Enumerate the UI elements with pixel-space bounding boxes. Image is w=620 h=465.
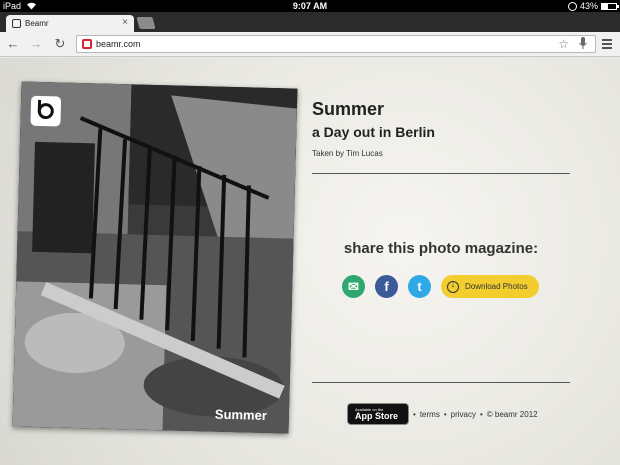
magazine-cover[interactable]: Summer (12, 81, 298, 434)
twitter-share-button[interactable]: t (408, 275, 431, 298)
twitter-icon: t (417, 279, 422, 294)
download-label: Download Photos (465, 282, 528, 291)
back-arrow-icon[interactable]: ← (5, 36, 21, 52)
divider-top (312, 173, 570, 174)
facebook-share-button[interactable]: f (375, 275, 398, 298)
download-icon (447, 279, 459, 293)
beamr-favicon-icon (12, 19, 21, 28)
email-icon: ✉ (348, 278, 359, 294)
divider-bottom (312, 382, 570, 383)
app-store-badge[interactable]: Available on the App Store (347, 403, 409, 425)
forward-arrow-icon[interactable]: → (28, 36, 44, 52)
rotation-lock-icon (567, 1, 577, 11)
reload-icon[interactable]: ↻ (52, 36, 68, 52)
star-icon[interactable]: ☆ (558, 36, 569, 52)
battery-fill (602, 3, 609, 9)
share-heading: share this photo magazine: (343, 240, 539, 257)
beamr-logo-icon (30, 95, 62, 127)
share-buttons: ✉ f t Download Photos (342, 275, 539, 298)
site-security-icon (82, 39, 92, 49)
close-tab-icon[interactable]: × (122, 17, 128, 28)
microphone-icon[interactable] (579, 37, 587, 50)
photo-credit: Taken by Tim Lucas (312, 149, 383, 158)
footer: Available on the App Store • terms • pri… (347, 403, 538, 425)
app-store-big-text: App Store (355, 410, 399, 421)
tab-beamr[interactable]: Beamr × (6, 15, 134, 32)
url-text[interactable]: beamr.com (96, 36, 141, 52)
terms-link[interactable]: terms (420, 410, 440, 419)
magazine-subtitle: a Day out in Berlin (312, 124, 435, 140)
email-share-button[interactable]: ✉ (342, 275, 365, 298)
cover-photo (12, 81, 298, 434)
status-time: 9:07 AM (292, 1, 328, 11)
address-bar[interactable]: beamr.com ☆ (76, 35, 596, 53)
menu-icon[interactable] (602, 39, 612, 51)
browser-toolbar: ← → ↻ beamr.com ☆ (0, 32, 620, 57)
new-tab-button[interactable] (136, 17, 156, 29)
page-content: Summer Summer a Day out in Berlin Taken … (0, 58, 620, 465)
download-photos-button[interactable]: Download Photos (441, 275, 539, 298)
facebook-icon: f (384, 279, 389, 294)
tab-title: Beamr (25, 19, 49, 28)
status-bar: iPad 9:07 AM 43% (0, 0, 620, 12)
status-right: 43% (567, 0, 619, 12)
privacy-link[interactable]: privacy (451, 410, 476, 419)
battery-icon (601, 2, 619, 10)
cover-title: Summer (214, 406, 268, 423)
battery-percent: 43% (579, 1, 598, 11)
magazine-title: Summer (312, 99, 385, 119)
copyright: © beamr 2012 (486, 409, 538, 419)
tab-strip: Beamr × (0, 12, 620, 32)
